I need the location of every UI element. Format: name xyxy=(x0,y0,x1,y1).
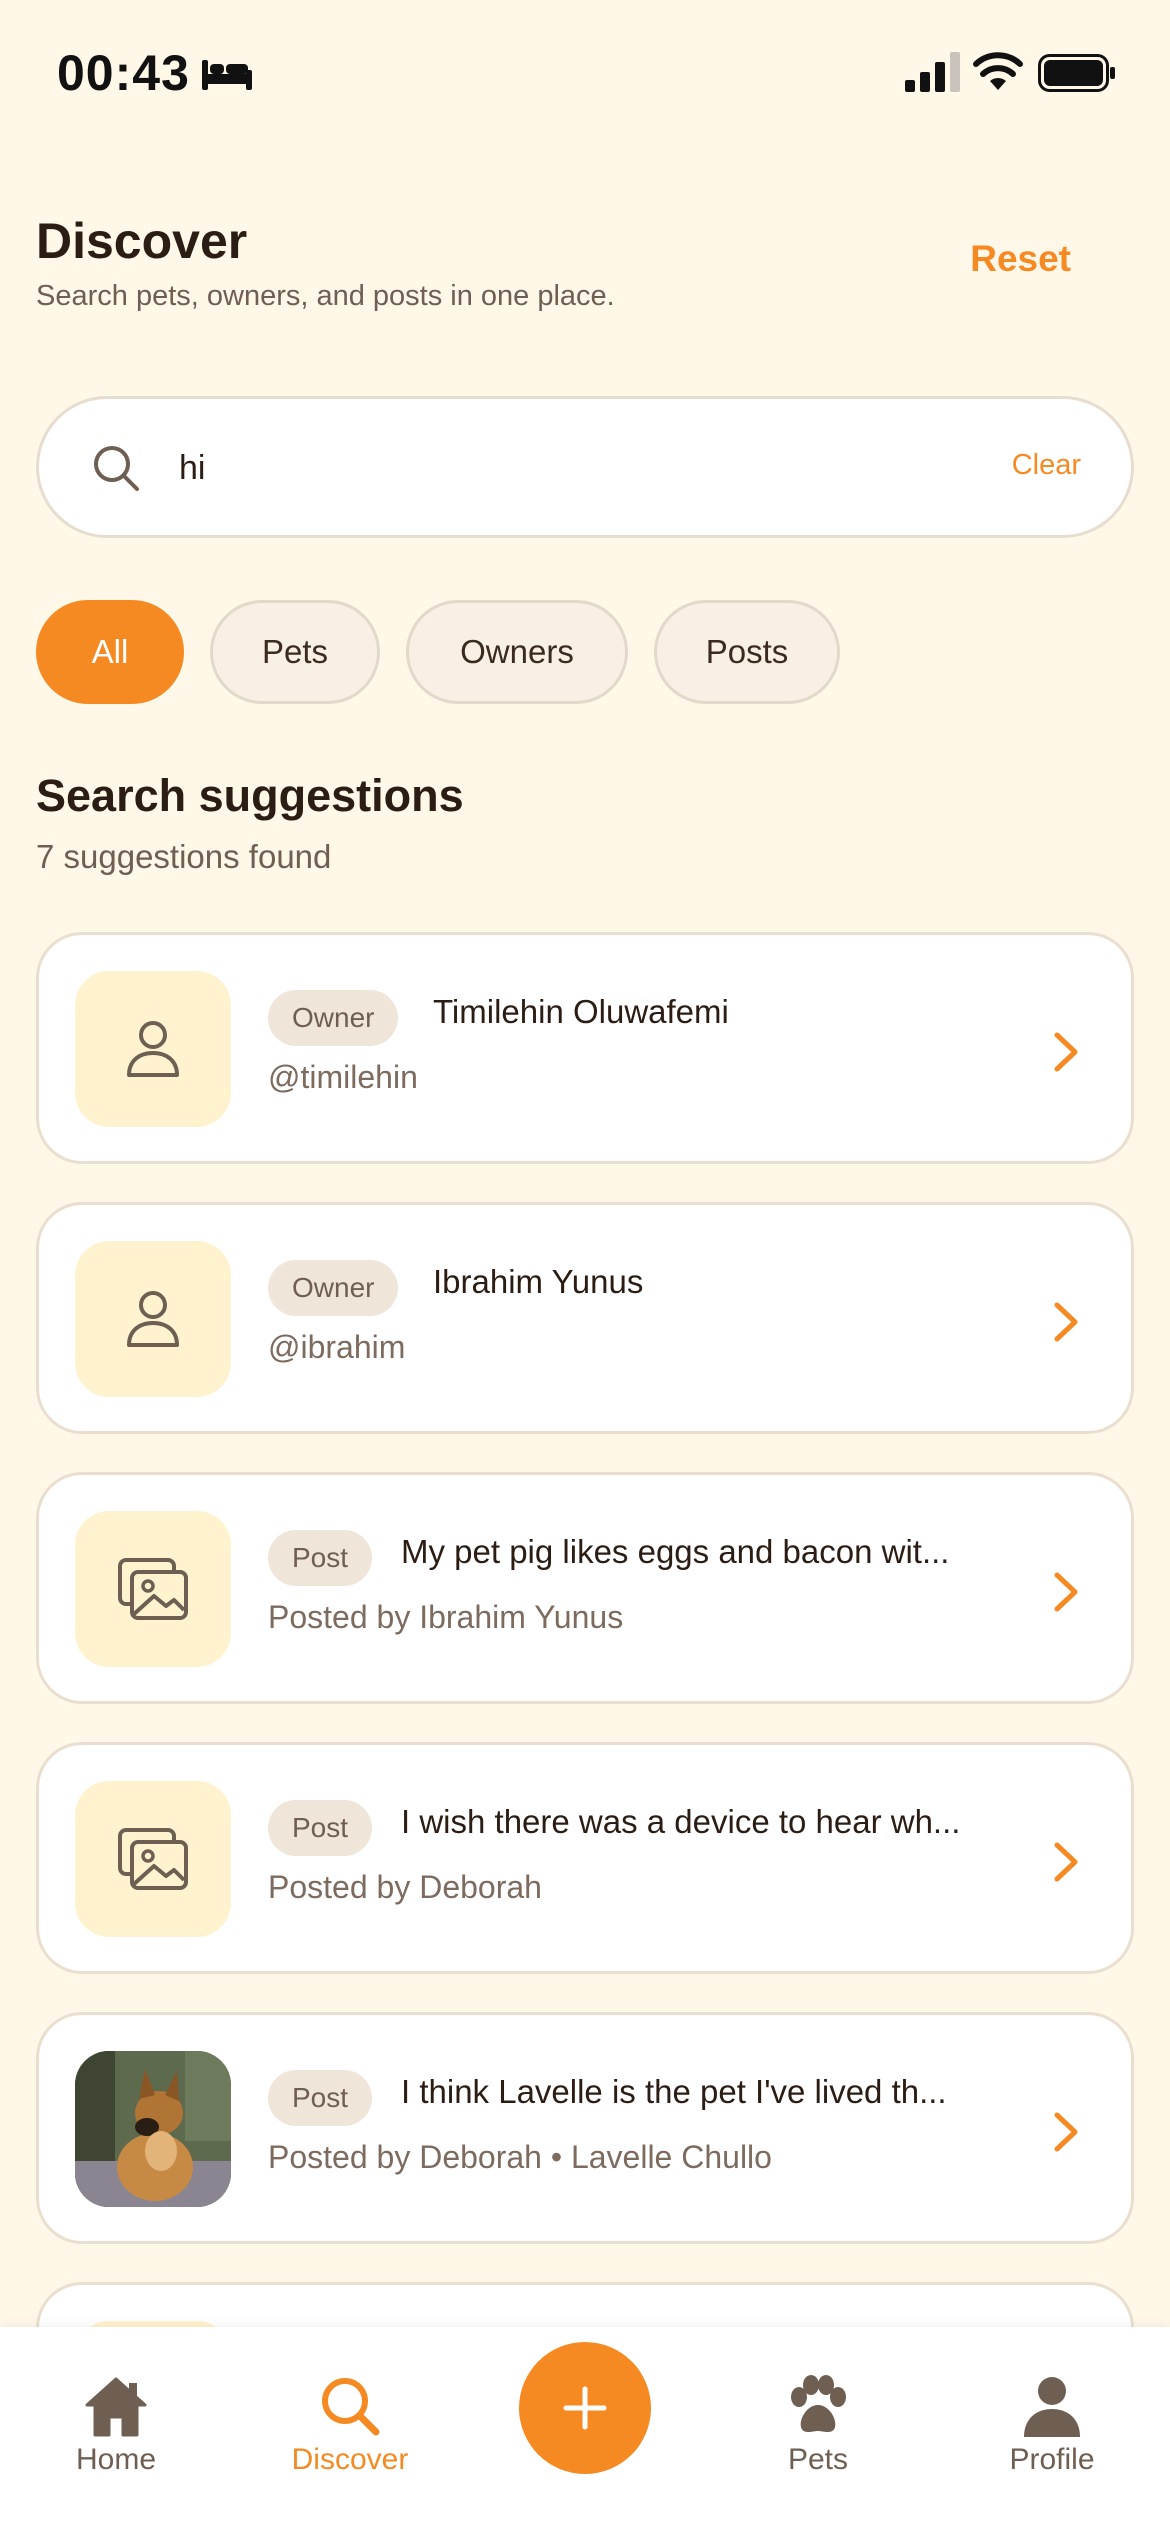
search-icon xyxy=(94,446,139,491)
nav-discover-label: Discover xyxy=(291,2443,409,2476)
battery-icon xyxy=(1038,54,1115,92)
bed-icon xyxy=(202,60,252,90)
image-stack-icon xyxy=(118,1558,188,1620)
filter-chip-posts[interactable]: Posts xyxy=(654,600,840,704)
discover-screen: 00:43 Discover Search pets, owners, and … xyxy=(0,0,1170,2532)
type-badge: Post xyxy=(268,1530,373,1586)
filter-chip-all[interactable]: All xyxy=(36,600,184,704)
suggestion-title: Ibrahim Yunus xyxy=(433,1263,644,1300)
suggestion-subtitle: Posted by Deborah xyxy=(268,1869,542,1905)
chevron-right-icon xyxy=(1054,1842,1078,1882)
page-title: Discover xyxy=(36,213,248,269)
suggestion-title: I wish there was a device to hear wh... xyxy=(401,1803,961,1840)
suggestion-thumb xyxy=(75,1241,231,1397)
image-stack-icon xyxy=(118,1828,188,1890)
suggestion-subtitle: Posted by Deborah • Lavelle Chullo xyxy=(268,2139,772,2175)
suggestion-title: My pet pig likes eggs and bacon wit... xyxy=(401,1533,950,1570)
suggestion-thumb xyxy=(75,1781,231,1937)
suggestion-count: 7 suggestions found xyxy=(36,838,332,875)
signal-icon xyxy=(905,52,960,92)
section-title: Search suggestions xyxy=(36,770,464,821)
chevron-right-icon xyxy=(1054,1302,1078,1342)
person-icon xyxy=(1024,2377,1080,2437)
paw-icon xyxy=(791,2375,846,2432)
status-bar: 00:43 xyxy=(0,0,1170,150)
suggestion-card[interactable]: Owner Timilehin Oluwafemi @timilehin xyxy=(36,932,1134,1164)
plus-icon xyxy=(563,2386,607,2430)
filter-chips: All Pets Owners Posts xyxy=(36,600,840,704)
type-badge: Post xyxy=(268,2070,373,2126)
person-icon xyxy=(127,1021,179,1077)
status-time: 00:43 xyxy=(57,45,190,101)
filter-chip-owners[interactable]: Owners xyxy=(406,600,628,704)
suggestion-subtitle: Posted by Ibrahim Yunus xyxy=(268,1599,624,1635)
home-icon xyxy=(85,2377,147,2437)
suggestion-card[interactable]: Post I think Lavelle is the pet I've liv… xyxy=(36,2012,1134,2244)
add-button[interactable] xyxy=(519,2342,651,2474)
nav-home[interactable]: Home xyxy=(16,2375,216,2477)
suggestion-card[interactable]: Post My pet pig likes eggs and bacon wit… xyxy=(36,1472,1134,1704)
suggestion-card[interactable]: Owner Ibrahim Yunus @ibrahim xyxy=(36,1202,1134,1434)
dog-photo-image xyxy=(75,2051,231,2207)
nav-pets-label: Pets xyxy=(787,2443,849,2476)
dog-photo xyxy=(75,2051,231,2207)
chevron-right-icon xyxy=(1054,1032,1078,1072)
search-bar[interactable]: Clear xyxy=(36,396,1134,538)
nav-home-label: Home xyxy=(75,2443,157,2476)
nav-profile-label: Profile xyxy=(1009,2443,1095,2476)
reset-button[interactable]: Reset xyxy=(970,238,1071,280)
suggestion-subtitle: @timilehin xyxy=(268,1059,418,1095)
suggestion-title: I think Lavelle is the pet I've lived th… xyxy=(401,2073,947,2110)
chevron-right-icon xyxy=(1054,2112,1078,2152)
bottom-nav: Home Discover Pets Profile xyxy=(0,2327,1170,2532)
type-badge: Post xyxy=(268,1800,373,1856)
nav-discover[interactable]: Discover xyxy=(250,2375,450,2477)
type-badge: Owner xyxy=(268,990,399,1046)
person-icon xyxy=(127,1291,179,1347)
clear-button[interactable]: Clear xyxy=(1012,449,1081,482)
suggestion-subtitle: @ibrahim xyxy=(268,1329,406,1365)
search-icon xyxy=(322,2378,380,2436)
type-badge: Owner xyxy=(268,1260,399,1316)
filter-chip-pets[interactable]: Pets xyxy=(210,600,380,704)
search-input[interactable] xyxy=(179,435,879,501)
suggestion-card[interactable]: Post I wish there was a device to hear w… xyxy=(36,1742,1134,1974)
suggestion-title: Timilehin Oluwafemi xyxy=(433,993,729,1030)
suggestion-thumb xyxy=(75,971,231,1127)
page-subtitle: Search pets, owners, and posts in one pl… xyxy=(36,280,615,312)
wifi-icon xyxy=(973,52,1023,90)
nav-profile[interactable]: Profile xyxy=(952,2375,1152,2477)
suggestion-thumb xyxy=(75,1511,231,1667)
chevron-right-icon xyxy=(1054,1572,1078,1612)
nav-pets[interactable]: Pets xyxy=(718,2375,918,2477)
